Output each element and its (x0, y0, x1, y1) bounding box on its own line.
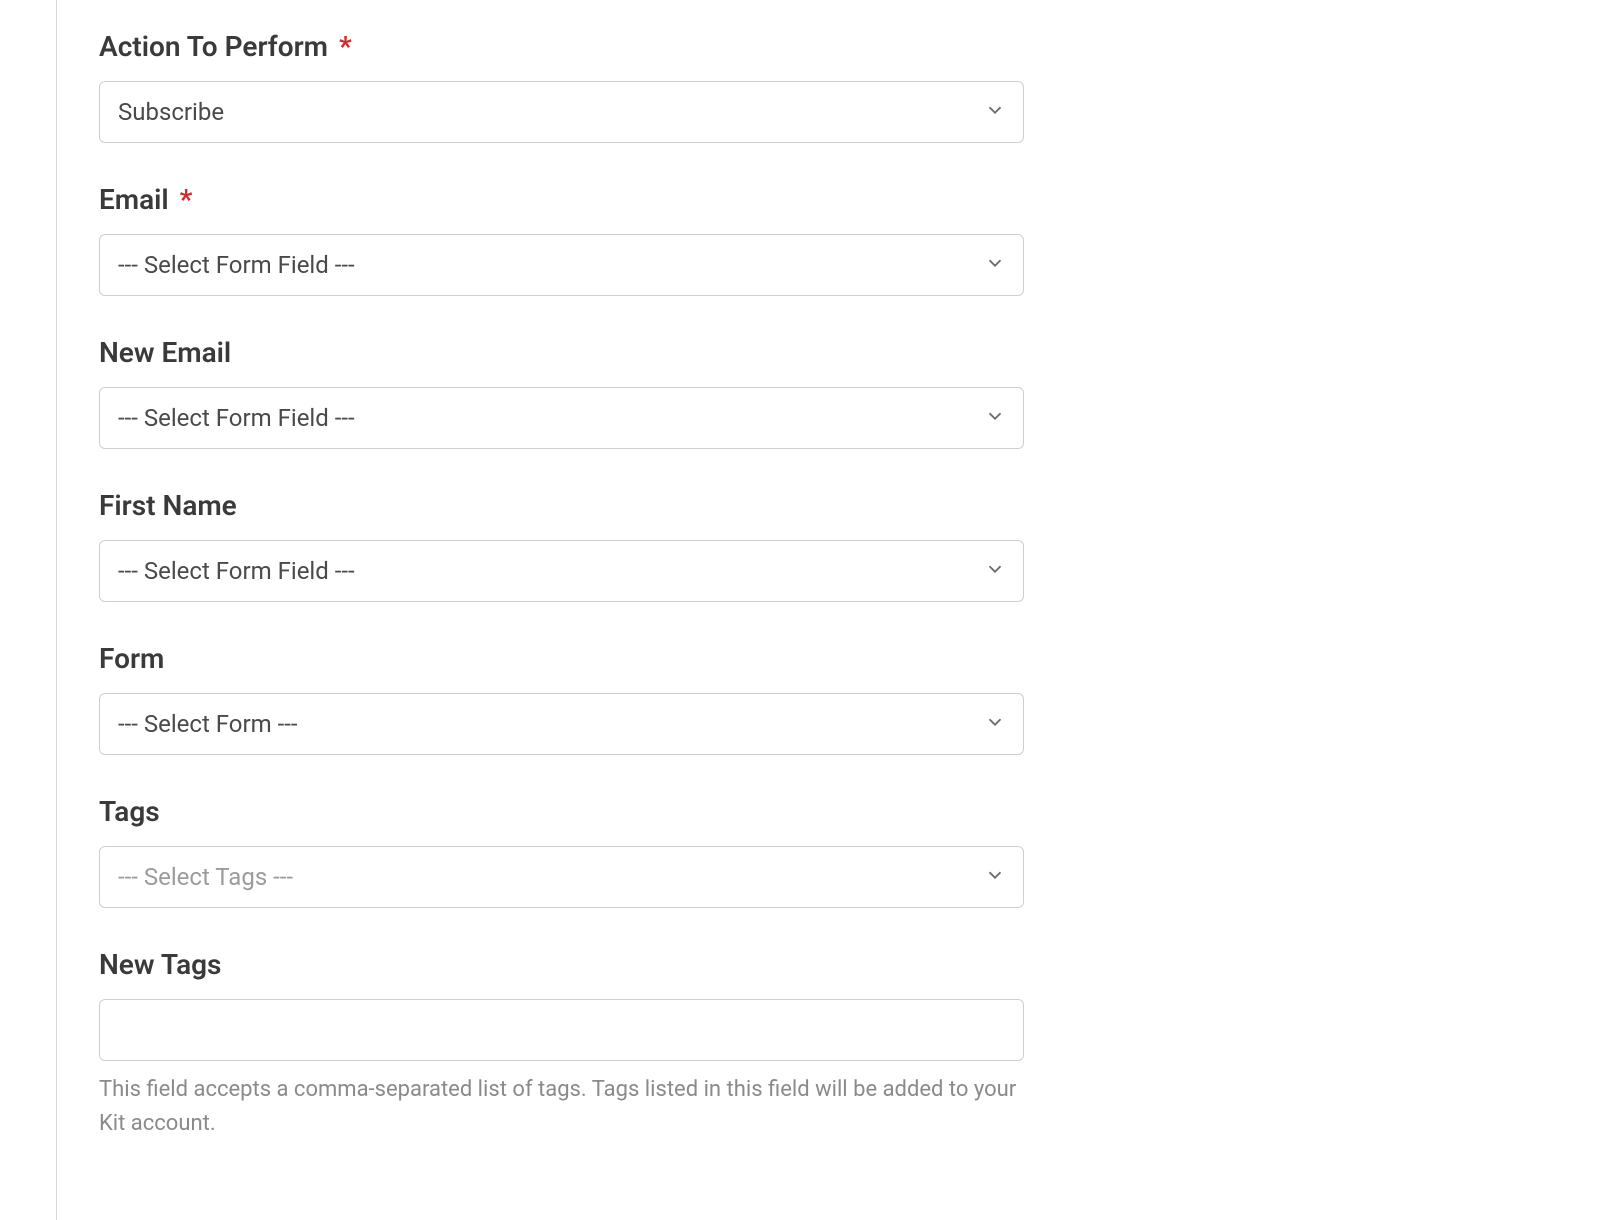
field-new-email: New Email --- Select Form Field --- (99, 336, 1024, 449)
field-email: Email * --- Select Form Field --- (99, 183, 1024, 296)
help-new-tags: This field accepts a comma-separated lis… (99, 1073, 1024, 1141)
form-section: Action To Perform * Subscribe Email * --… (99, 30, 1024, 1141)
field-action: Action To Perform * Subscribe (99, 30, 1024, 143)
field-new-tags: New Tags This field accepts a comma-sepa… (99, 948, 1024, 1141)
select-email-value[interactable]: --- Select Form Field --- (99, 234, 1024, 296)
label-tags: Tags (99, 795, 1024, 828)
field-tags: Tags --- Select Tags --- (99, 795, 1024, 908)
select-action-value[interactable]: Subscribe (99, 81, 1024, 143)
label-email: Email * (99, 183, 1024, 216)
select-first-name[interactable]: --- Select Form Field --- (99, 540, 1024, 602)
select-first-name-value[interactable]: --- Select Form Field --- (99, 540, 1024, 602)
input-new-tags[interactable] (99, 999, 1024, 1061)
label-new-tags: New Tags (99, 948, 1024, 981)
select-tags[interactable]: --- Select Tags --- (99, 846, 1024, 908)
label-email-text: Email (99, 183, 169, 216)
label-first-name: First Name (99, 489, 1024, 522)
label-action: Action To Perform * (99, 30, 1024, 63)
field-first-name: First Name --- Select Form Field --- (99, 489, 1024, 602)
label-action-text: Action To Perform (99, 30, 328, 63)
label-form: Form (99, 642, 1024, 675)
select-form[interactable]: --- Select Form --- (99, 693, 1024, 755)
field-form: Form --- Select Form --- (99, 642, 1024, 755)
select-new-email-value[interactable]: --- Select Form Field --- (99, 387, 1024, 449)
select-tags-value[interactable]: --- Select Tags --- (99, 846, 1024, 908)
select-new-email[interactable]: --- Select Form Field --- (99, 387, 1024, 449)
required-asterisk: * (339, 30, 352, 63)
select-email[interactable]: --- Select Form Field --- (99, 234, 1024, 296)
required-asterisk: * (180, 183, 193, 216)
select-form-value[interactable]: --- Select Form --- (99, 693, 1024, 755)
select-action[interactable]: Subscribe (99, 81, 1024, 143)
form-container: Action To Perform * Subscribe Email * --… (56, 0, 1600, 1220)
label-new-email: New Email (99, 336, 1024, 369)
